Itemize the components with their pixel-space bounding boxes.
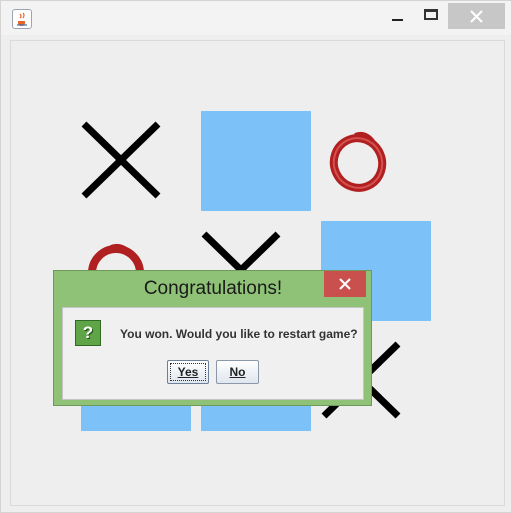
x-mark bbox=[81, 121, 161, 199]
java-cup-icon[interactable] bbox=[12, 9, 32, 29]
board-cell-0-2[interactable] bbox=[321, 111, 431, 211]
board-cell-0-1[interactable] bbox=[201, 111, 311, 211]
dialog-body: ? You won. Would you like to restart gam… bbox=[62, 307, 364, 400]
congratulations-dialog: Congratulations! ? You won. Would you li… bbox=[53, 270, 372, 406]
no-button[interactable]: No bbox=[216, 360, 259, 384]
dialog-close-button[interactable] bbox=[324, 271, 366, 297]
minimize-button[interactable] bbox=[384, 3, 412, 29]
maximize-button[interactable] bbox=[417, 3, 445, 29]
board-cell-0-0[interactable] bbox=[81, 111, 191, 211]
close-icon bbox=[470, 10, 483, 23]
window-close-button[interactable] bbox=[448, 3, 505, 29]
question-icon: ? bbox=[75, 320, 101, 346]
game-window bbox=[0, 0, 512, 513]
yes-button[interactable]: Yes bbox=[167, 360, 209, 384]
dialog-message: You won. Would you like to restart game? bbox=[120, 327, 358, 341]
maximize-icon bbox=[424, 9, 438, 20]
o-mark bbox=[329, 131, 387, 192]
minimize-icon bbox=[392, 19, 403, 21]
close-icon bbox=[339, 278, 351, 290]
title-bar[interactable] bbox=[1, 1, 511, 35]
